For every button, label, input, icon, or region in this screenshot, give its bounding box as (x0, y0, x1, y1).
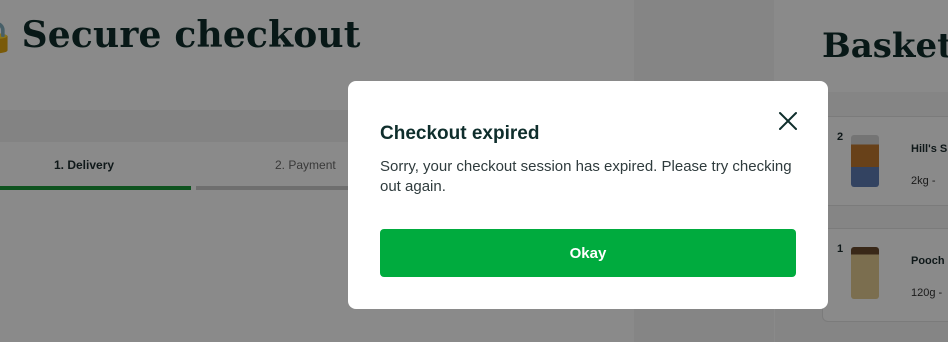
okay-button[interactable]: Okay (380, 229, 796, 277)
close-button[interactable] (774, 107, 802, 135)
close-icon (779, 112, 797, 130)
dialog-title: Checkout expired (380, 123, 540, 144)
checkout-expired-dialog: Checkout expired Sorry, your checkout se… (348, 81, 828, 309)
dialog-message: Sorry, your checkout session has expired… (380, 158, 792, 195)
